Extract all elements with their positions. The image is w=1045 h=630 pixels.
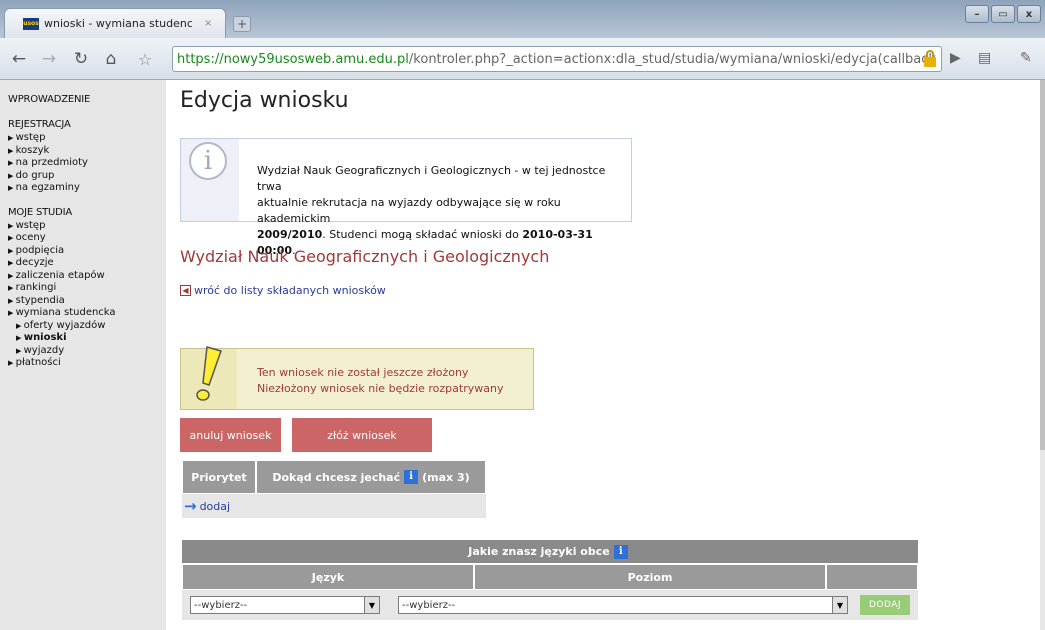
warning-box: Ten wniosek nie został jeszcze złożony N…: [180, 346, 534, 410]
sidebar-subitem-oferty[interactable]: oferty wyjazdów: [8, 320, 166, 333]
col-action: [826, 564, 918, 590]
language-select-value: --wybierz--: [194, 599, 248, 611]
col-destination: Dokąd chcesz jechać i (max 3): [256, 460, 486, 494]
destination-info-icon[interactable]: i: [404, 470, 419, 484]
sidebar-item-wymiana[interactable]: wymiana studencka: [8, 307, 166, 320]
warning-line2: Niezłożony wniosek nie będzie rozpatrywa…: [257, 382, 504, 395]
url-domain: nowy59usosweb.amu.edu.pl: [223, 51, 409, 67]
play-icon[interactable]: ▶: [950, 50, 961, 66]
sidebar-section-moje-studia: MOJE STUDIA: [8, 206, 73, 218]
level-select-value: --wybierz--: [402, 599, 456, 611]
warning-text: Ten wniosek nie został jeszcze złożony N…: [257, 365, 503, 397]
sidebar-item-oceny[interactable]: oceny: [8, 232, 166, 245]
add-destination-row[interactable]: → dodaj: [182, 494, 486, 518]
sidebar-item-stypendia[interactable]: stypendia: [8, 295, 166, 308]
sidebar-subitem-wyjazdy[interactable]: wyjazdy: [8, 345, 166, 358]
window-controls: – ▭ x: [965, 5, 1041, 23]
browser-tabbar: usos wnioski - wymiana studenc… × + – ▭ …: [0, 0, 1045, 38]
col-destination-suffix: (max 3): [422, 470, 470, 484]
close-tab-icon[interactable]: ×: [204, 18, 212, 29]
sidebar-item-platnosci[interactable]: płatności: [8, 357, 166, 370]
language-table-title: Jakie znasz języki obce i: [182, 540, 918, 564]
page-viewport: WPROWADZENIE REJESTRACJA wstęp koszyk na…: [0, 80, 1045, 630]
sidebar-item-zaliczenia[interactable]: zaliczenia etapów: [8, 270, 166, 283]
sidebar-item-wstep[interactable]: wstęp: [8, 132, 166, 145]
language-info-icon[interactable]: i: [613, 544, 628, 559]
page-menu-icon[interactable]: ▤: [978, 50, 991, 66]
faculty-heading: Wydział Nauk Geograficznych i Geologiczn…: [180, 247, 550, 266]
priority-table-header: Priorytet Dokąd chcesz jechać i (max 3): [182, 460, 486, 494]
url-path: /kontroler.php?_action=actionx:dla_stud/…: [408, 51, 936, 67]
tab-title: wnioski - wymiana studenc…: [44, 17, 192, 30]
sidebar-item-podpiecia[interactable]: podpięcia: [8, 245, 166, 258]
sidebar-item-na-egzaminy[interactable]: na egzaminy: [8, 182, 166, 195]
exclamation-icon: [196, 346, 222, 401]
sidebar-item-do-grup[interactable]: do grup: [8, 170, 166, 183]
col-destination-label: Dokąd chcesz jechać: [272, 470, 401, 484]
col-language: Język: [182, 564, 474, 590]
url-scheme: https://: [177, 51, 224, 67]
language-table: Jakie znasz języki obce i Język Poziom -…: [182, 540, 918, 620]
sidebar-item-rankingi[interactable]: rankingi: [8, 282, 166, 295]
back-link[interactable]: ◀ wróć do listy składanych wniosków: [180, 284, 386, 297]
col-priority: Priorytet: [182, 460, 256, 494]
sidebar-subitem-wnioski[interactable]: wnioski: [8, 332, 166, 345]
add-language-button[interactable]: DODAJ: [860, 595, 910, 615]
submit-application-button[interactable]: złóż wniosek: [292, 418, 432, 452]
priority-table: Priorytet Dokąd chcesz jechać i (max 3) …: [182, 460, 486, 518]
sidebar-item-na-przedmioty[interactable]: na przedmioty: [8, 157, 166, 170]
add-destination-link[interactable]: dodaj: [200, 500, 231, 513]
language-table-header: Język Poziom: [182, 564, 918, 590]
warning-side: [181, 346, 237, 409]
back-arrow-icon[interactable]: ←: [8, 48, 30, 70]
forward-arrow-icon[interactable]: →: [38, 48, 60, 70]
info-side: i: [181, 139, 239, 221]
sidebar-item-decyzje[interactable]: decyzje: [8, 257, 166, 270]
browser-tab[interactable]: usos wnioski - wymiana studenc… ×: [4, 8, 226, 38]
language-select[interactable]: --wybierz-- ▼: [190, 596, 380, 614]
star-icon[interactable]: ☆: [134, 48, 156, 70]
info-line1: Wydział Nauk Geograficznych i Geologiczn…: [257, 164, 606, 193]
info-box: i Wydział Nauk Geograficznych i Geologic…: [180, 138, 632, 257]
arrow-right-icon: →: [184, 497, 197, 515]
sidebar-item-koszyk[interactable]: koszyk: [8, 145, 166, 158]
sidebar: WPROWADZENIE REJESTRACJA wstęp koszyk na…: [0, 80, 166, 630]
back-icon: ◀: [180, 285, 191, 296]
cancel-application-button[interactable]: anuluj wniosek: [180, 418, 281, 452]
col-level: Poziom: [474, 564, 826, 590]
new-tab-button[interactable]: +: [233, 16, 251, 32]
wrench-icon[interactable]: ✎: [1020, 50, 1032, 66]
level-select[interactable]: --wybierz-- ▼: [398, 596, 848, 614]
dropdown-arrow-icon[interactable]: ▼: [832, 597, 847, 613]
home-icon[interactable]: ⌂: [100, 48, 122, 70]
info-mid: . Studenci mogą składać wnioski do: [322, 228, 523, 241]
info-year: 2009/2010: [257, 228, 323, 241]
info-text: Wydział Nauk Geograficznych i Geologiczn…: [257, 163, 627, 259]
scrollbar[interactable]: [1040, 80, 1045, 630]
sidebar-section-rejestracja: REJESTRACJA: [8, 119, 71, 130]
browser-toolbar: ← → ↻ ⌂ ☆ https://nowy59usosweb.amu.edu.…: [0, 38, 1045, 80]
url-bar[interactable]: https://nowy59usosweb.amu.edu.pl/kontrol…: [172, 46, 942, 72]
info-icon: i: [189, 142, 227, 180]
sidebar-item-wstep[interactable]: wstęp: [8, 220, 166, 233]
lock-icon[interactable]: [922, 50, 938, 68]
minimize-button[interactable]: –: [965, 5, 989, 23]
main-content: Edycja wniosku i Wydział Nauk Geograficz…: [178, 80, 1038, 630]
language-table-title-label: Jakie znasz języki obce: [468, 545, 610, 558]
dropdown-arrow-icon[interactable]: ▼: [364, 597, 379, 613]
sidebar-intro[interactable]: WPROWADZENIE: [8, 94, 166, 105]
language-input-row: --wybierz-- ▼ --wybierz-- ▼ DODAJ: [182, 590, 918, 620]
favicon-icon: usos: [23, 17, 39, 30]
back-link-label[interactable]: wróć do listy składanych wniosków: [194, 284, 386, 297]
warning-line1: Ten wniosek nie został jeszcze złożony: [257, 366, 469, 379]
info-line2: aktualnie rekrutacja na wyjazdy odbywają…: [257, 196, 561, 225]
close-window-button[interactable]: x: [1017, 5, 1041, 23]
reload-icon[interactable]: ↻: [70, 48, 92, 70]
maximize-button[interactable]: ▭: [991, 5, 1015, 23]
page-title: Edycja wniosku: [180, 88, 349, 113]
scrollbar-thumb[interactable]: [1040, 80, 1045, 450]
